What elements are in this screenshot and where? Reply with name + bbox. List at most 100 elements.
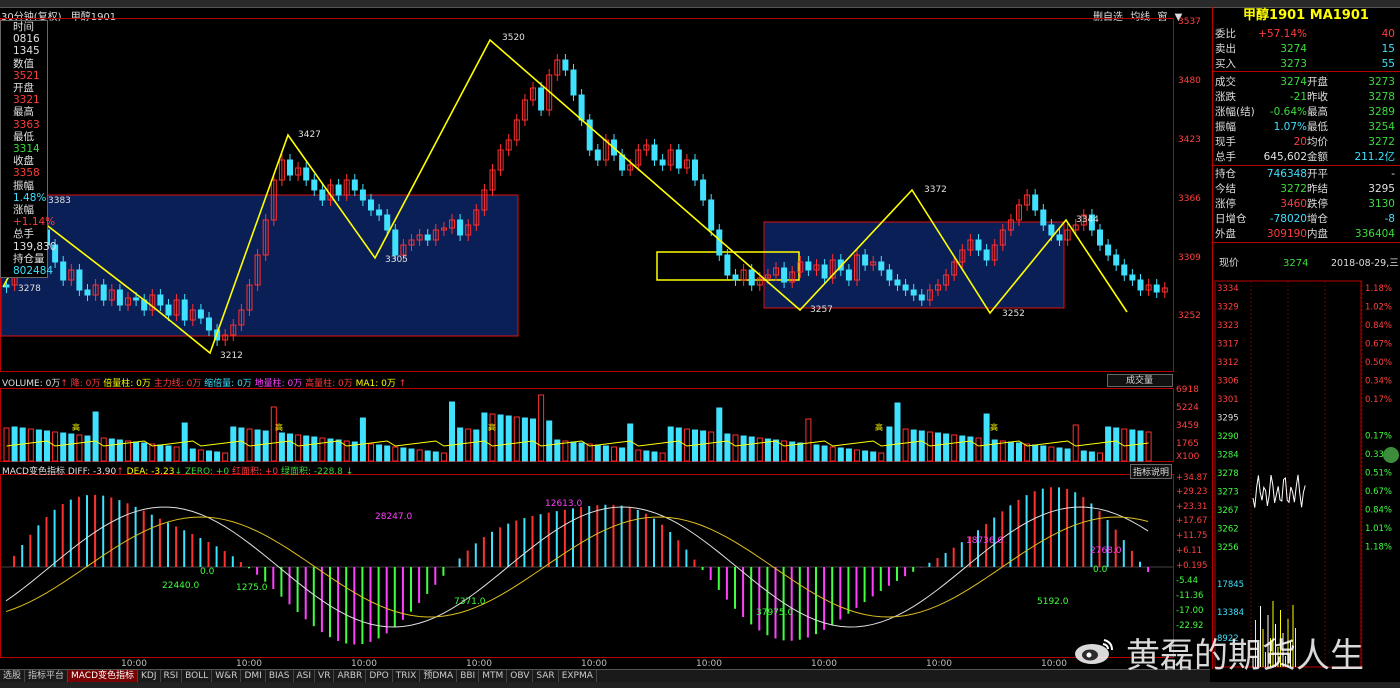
quote-key: 内盘 <box>1307 228 1328 240</box>
minichart-pct-tick: 0.17% <box>1365 395 1392 405</box>
macd-tick: -5.44 <box>1176 576 1198 586</box>
candle-body <box>335 184 342 196</box>
legend-item: DEA: -3.23 <box>123 467 175 477</box>
price-tick: 3537 <box>1178 17 1201 27</box>
candle-body <box>133 297 140 301</box>
info-box-line: 涨幅 <box>13 204 34 217</box>
quote-value: 3130 <box>1368 198 1395 210</box>
macd-label: 7371.0 <box>454 597 486 607</box>
info-box-line: 1345 <box>13 45 40 58</box>
macd-legend: MACD变色指标 DIFF: -3.90↑ DEA: -3.23↓ ZERO: … <box>2 464 353 477</box>
candle-body <box>716 229 723 256</box>
volume-bar <box>951 434 958 462</box>
indicator-tab-bar: 选股 指标平台 MACD变色指标 KDJ RSI BOLL W&R DMI BIAS ASI VR A… <box>0 669 1210 683</box>
volume-bar <box>667 426 674 462</box>
quote-key: 今结 <box>1215 183 1236 195</box>
candle-body <box>424 234 431 241</box>
macd-label: 0.0 <box>1093 565 1108 575</box>
volume-bar <box>724 433 731 462</box>
candle-body <box>165 304 172 316</box>
annotation-label: 3344 <box>1076 215 1099 225</box>
quote-row: 持仓 746348 开平 - <box>1215 167 1399 182</box>
price-tick: 3480 <box>1178 76 1201 86</box>
quote-key: 买入 <box>1215 58 1236 70</box>
quote-row: 外盘 309190 内盘 336404 <box>1215 227 1399 242</box>
volume-bar <box>384 445 391 462</box>
info-box-line: 802484 <box>13 265 54 278</box>
volume-bar <box>837 447 844 462</box>
volume-bar <box>376 444 383 462</box>
indicator-help-button[interactable]: 指标说明 <box>1130 464 1173 479</box>
cursor-info-box: 时间 0816 1345 数值 3521 开盘 3321 最高 3363 最低 3314 收盘 3358… <box>0 20 57 279</box>
annotation-label: 3305 <box>385 255 408 265</box>
volume-bar <box>3 427 10 462</box>
minichart-pct-tick: 0.84% <box>1365 321 1392 331</box>
intraday-minichart[interactable]: 3334 3329 3323 3317 3312 3306 3301 3295 3290 3284… <box>1213 277 1400 669</box>
main-chart-area[interactable]: 3537 3480 3423 3366 3309 3252 3383 3278 … <box>0 0 1212 669</box>
minichart-tick: 3256 <box>1217 543 1239 553</box>
time-tick: 10:00 <box>811 659 837 669</box>
candle-body <box>894 279 901 286</box>
info-box-line: 3321 <box>13 94 40 107</box>
volume-indicator-dropdown[interactable]: 成交量 <box>1107 374 1173 387</box>
legend-item: 主力线: 0万 <box>150 379 202 389</box>
volume-tag: 高 <box>488 422 496 432</box>
quote-value: 336404 <box>1354 228 1395 240</box>
volume-legend: VOLUME: 0万↑ 降: 0万 倍量柱: 0万 主力线: 0万 缩倍量: 0… <box>2 376 406 389</box>
price-tick: 3252 <box>1178 311 1201 321</box>
volume-bar <box>141 442 148 462</box>
volume-bar <box>1137 430 1144 462</box>
volume-bar <box>230 426 237 462</box>
volume-bar <box>530 418 536 462</box>
candle-body <box>651 144 658 161</box>
volume-bar <box>878 452 885 462</box>
volume-bar <box>918 430 925 462</box>
volume-bar <box>206 450 212 462</box>
volume-bar <box>910 429 917 462</box>
volume-bar <box>602 445 609 462</box>
time-tick: 10:00 <box>581 659 607 669</box>
quote-row: 涨跌 -21 昨收 3278 <box>1215 90 1399 105</box>
time-axis: 10:00 10:00 10:00 10:00 10:00 10:00 10:0… <box>121 659 1067 669</box>
volume-bar <box>35 429 42 462</box>
volume-bar <box>481 412 488 462</box>
quote-date: 2018-08-29,三 <box>1331 258 1399 269</box>
volume-bar <box>797 442 804 462</box>
minichart-tick: 3334 <box>1217 284 1239 294</box>
candle-body <box>1056 234 1063 241</box>
minichart-tick: 3312 <box>1217 358 1239 368</box>
quote-key: 均价 <box>1307 136 1328 148</box>
info-box-line: 3363 <box>13 118 40 131</box>
info-box-line: 139,830 <box>13 240 57 253</box>
volume-bar <box>189 448 196 462</box>
volume-bar <box>1145 431 1152 462</box>
volume-bar <box>1048 446 1055 462</box>
volume-bar <box>278 432 285 462</box>
candle-body <box>319 189 326 201</box>
candle-body <box>918 294 925 301</box>
minichart-pct-tick: 0.17% <box>1365 432 1392 442</box>
candle-body <box>708 199 715 231</box>
volume-bar <box>594 444 601 462</box>
quote-value: 3254 <box>1368 121 1395 133</box>
quote-row: 卖出 3274 15 <box>1215 42 1399 57</box>
info-box-line: 最低 <box>13 130 34 143</box>
candle-body <box>732 274 739 281</box>
time-tick: 10:00 <box>351 659 377 669</box>
candle-body <box>570 69 577 96</box>
volume-bar <box>1088 451 1095 462</box>
volume-bar <box>505 415 512 462</box>
volume-bar <box>133 441 140 462</box>
candle-body <box>359 189 366 201</box>
volume-bar <box>935 432 941 462</box>
annotation-label: 3212 <box>220 351 243 361</box>
volume-bar <box>635 449 642 462</box>
candle-body <box>197 309 204 319</box>
quote-key: 日增仓 <box>1215 213 1247 225</box>
info-box-line: 最高 <box>13 106 34 119</box>
legend-item: 地量柱: 0万 <box>251 379 303 389</box>
minichart-tick: 3329 <box>1217 303 1239 313</box>
minichart-tick: 3267 <box>1217 506 1239 516</box>
legend-item: 红面积: +0 <box>229 467 279 477</box>
volume-bar <box>659 452 666 462</box>
